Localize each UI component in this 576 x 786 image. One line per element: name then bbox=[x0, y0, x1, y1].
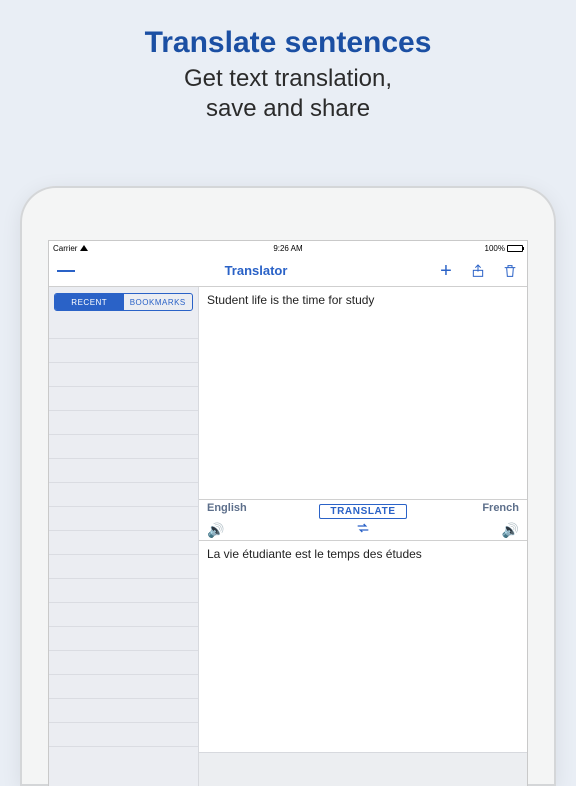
sidebar-tabs: RECENT BOOKMARKS bbox=[54, 293, 193, 311]
promo-subtitle-line1: Get text translation, bbox=[184, 65, 392, 92]
list-item[interactable] bbox=[49, 531, 198, 555]
device-frame: Carrier 9:26 AM 100% Translator + bbox=[20, 186, 556, 786]
speak-source-icon[interactable]: 🔊 bbox=[207, 523, 269, 537]
list-item[interactable] bbox=[49, 675, 198, 699]
source-text-input[interactable]: Student life is the time for study bbox=[199, 287, 527, 499]
tab-recent[interactable]: RECENT bbox=[55, 294, 124, 310]
list-item[interactable] bbox=[49, 603, 198, 627]
target-lang-label[interactable]: French bbox=[482, 502, 519, 514]
source-lang-col: English 🔊 bbox=[199, 500, 277, 540]
list-item[interactable] bbox=[49, 315, 198, 339]
share-icon[interactable] bbox=[469, 262, 487, 280]
target-text-output: La vie étudiante est le temps des études bbox=[199, 541, 527, 753]
battery-icon bbox=[507, 245, 523, 252]
promo-subtitle-line2: save and share bbox=[206, 95, 370, 122]
list-item[interactable] bbox=[49, 435, 198, 459]
source-lang-label[interactable]: English bbox=[207, 502, 269, 514]
main-pane: Student life is the time for study Engli… bbox=[199, 287, 527, 786]
menu-icon[interactable] bbox=[57, 262, 75, 280]
list-item[interactable] bbox=[49, 411, 198, 435]
content-area: RECENT BOOKMARKS bbox=[49, 287, 527, 786]
promo-title: Translate sentences bbox=[0, 0, 576, 60]
list-item[interactable] bbox=[49, 339, 198, 363]
list-item[interactable] bbox=[49, 579, 198, 603]
promo-subtitle: Get text translation, save and share bbox=[0, 64, 576, 124]
status-bar: Carrier 9:26 AM 100% bbox=[49, 241, 527, 255]
add-button[interactable]: + bbox=[437, 262, 455, 280]
device-screen: Carrier 9:26 AM 100% Translator + bbox=[48, 240, 528, 786]
recent-list[interactable] bbox=[49, 315, 198, 786]
list-item[interactable] bbox=[49, 651, 198, 675]
list-item[interactable] bbox=[49, 627, 198, 651]
language-bar: English 🔊 TRANSLATE French 🔊 bbox=[199, 499, 527, 541]
list-item[interactable] bbox=[49, 363, 198, 387]
list-item[interactable] bbox=[49, 507, 198, 531]
trash-icon[interactable] bbox=[501, 262, 519, 280]
sidebar: RECENT BOOKMARKS bbox=[49, 287, 199, 786]
status-time: 9:26 AM bbox=[49, 244, 527, 253]
list-item[interactable] bbox=[49, 387, 198, 411]
list-item[interactable] bbox=[49, 483, 198, 507]
list-item[interactable] bbox=[49, 555, 198, 579]
tab-bookmarks[interactable]: BOOKMARKS bbox=[124, 294, 193, 310]
target-lang-col: French 🔊 bbox=[449, 500, 527, 540]
speak-target-icon[interactable]: 🔊 bbox=[502, 523, 519, 537]
nav-bar: Translator + bbox=[49, 255, 527, 287]
swap-languages-icon[interactable] bbox=[355, 521, 371, 535]
list-item[interactable] bbox=[49, 699, 198, 723]
bottom-toolbar bbox=[199, 752, 527, 786]
list-item[interactable] bbox=[49, 723, 198, 747]
list-item[interactable] bbox=[49, 459, 198, 483]
nav-title: Translator bbox=[75, 263, 437, 278]
translate-button[interactable]: TRANSLATE bbox=[319, 504, 406, 519]
